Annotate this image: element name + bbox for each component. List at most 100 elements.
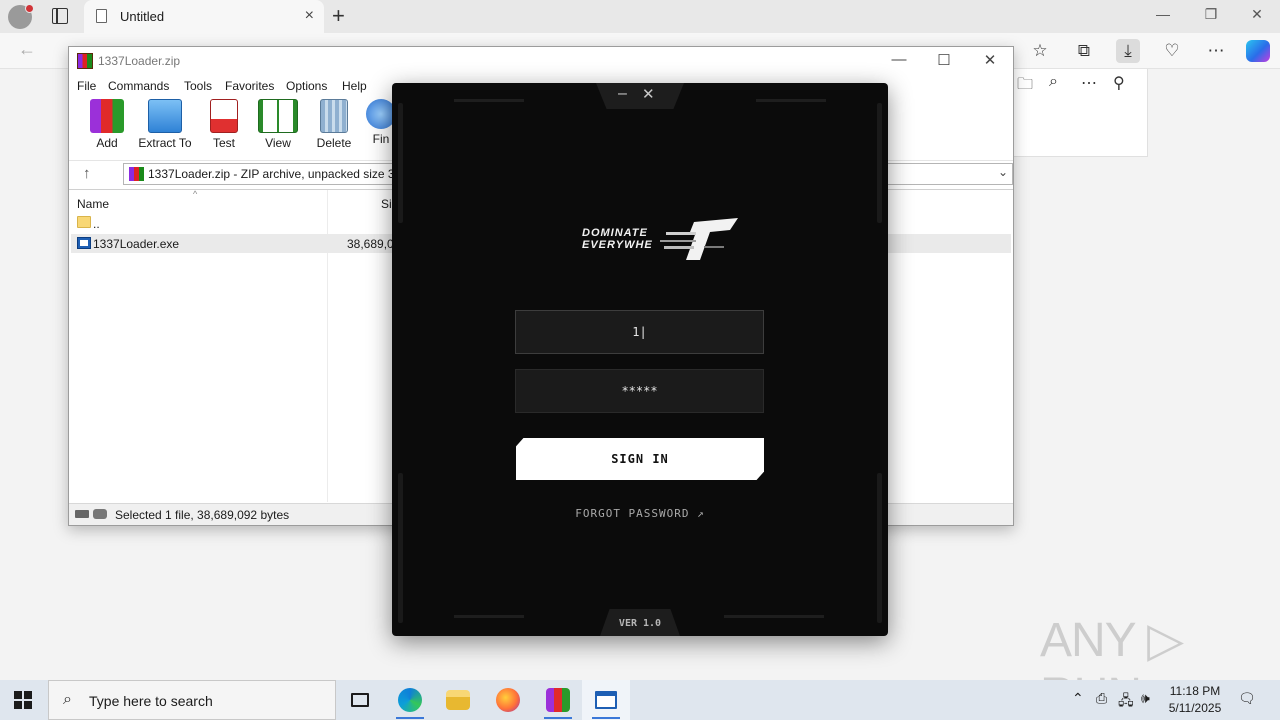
app-window-icon — [595, 691, 617, 709]
password-input[interactable]: ***** — [515, 369, 764, 413]
start-windows-icon[interactable] — [14, 691, 32, 709]
titlebar-notch — [596, 83, 684, 109]
chevron-down-icon[interactable]: ⌄ — [998, 165, 1008, 179]
deco-line — [756, 99, 826, 102]
show-hidden-icons-chevron-up-icon[interactable]: ⌃ — [1072, 690, 1084, 707]
deco-line — [454, 615, 524, 618]
folder-icon — [77, 216, 91, 228]
network-icon[interactable]: 🖧 — [1118, 690, 1134, 714]
logo-line-2: EVERYWHE — [582, 239, 653, 251]
sort-ascending-icon: ^ — [193, 189, 198, 199]
deco-line — [454, 99, 524, 102]
taskbar-clock[interactable]: 11:18 PM 5/11/2025 — [1162, 683, 1228, 717]
archive-path-text: 1337Loader.zip - ZIP archive, unpacked s… — [148, 167, 405, 181]
more-menu-icon[interactable]: ⋯ — [1204, 39, 1228, 63]
file-name: 1337Loader.exe — [93, 237, 180, 251]
collections-icon[interactable]: ⧉ — [1072, 39, 1096, 63]
view-button[interactable]: View — [248, 99, 308, 150]
tab-actions-icon[interactable] — [52, 8, 68, 24]
delete-trash-icon — [320, 99, 348, 133]
browser-restore-button[interactable]: ❐ — [1196, 6, 1226, 23]
open-folder-icon[interactable]: 🗀 — [1017, 73, 1033, 100]
menu-tools[interactable]: Tools — [184, 79, 212, 93]
winrar-minimize-button[interactable]: — — [879, 51, 919, 68]
add-button[interactable]: Add — [77, 99, 137, 150]
new-tab-button[interactable]: + — [332, 3, 345, 29]
logo-line-1: DOMINATE — [582, 227, 648, 239]
system-tray-icon[interactable]: ⎙ — [1096, 690, 1107, 707]
add-archive-icon — [90, 99, 124, 133]
taskbar-search[interactable]: ⌕ Type here to search — [48, 680, 336, 720]
winrar-maximize-button[interactable]: ☐ — [924, 51, 964, 69]
taskbar-firefox[interactable] — [484, 680, 532, 720]
taskbar: ⌕ Type here to search ⌃ ⎙ 🖧 🕪 11:18 PM 5… — [0, 680, 1280, 720]
menu-file[interactable]: File — [77, 79, 96, 93]
menu-help[interactable]: Help — [342, 79, 367, 93]
frame-edge-right-bottom — [877, 473, 882, 623]
deco-line — [724, 615, 824, 618]
frame-edge-left-top — [398, 103, 403, 223]
file-explorer-icon — [446, 690, 470, 710]
pin-icon[interactable]: ⚲ — [1113, 73, 1125, 93]
browser-tab[interactable]: Untitled × — [84, 0, 324, 33]
taskbar-file-explorer[interactable] — [434, 680, 482, 720]
more-options-icon[interactable]: ⋯ — [1081, 73, 1097, 93]
extract-to-button[interactable]: Extract To — [135, 99, 195, 150]
downloads-panel: 🗀 ⌕ ⋯ ⚲ — [1010, 69, 1148, 157]
delete-button[interactable]: Delete — [304, 99, 364, 150]
test-label: Test — [212, 136, 235, 150]
taskbar-winrar[interactable] — [534, 680, 582, 720]
clock-time: 11:18 PM — [1169, 684, 1221, 698]
search-placeholder: Type here to search — [89, 693, 213, 709]
firefox-icon — [496, 688, 520, 712]
zip-archive-icon — [129, 167, 144, 181]
winrar-titlebar: 1337Loader.zip — ☐ ✕ — [69, 47, 1013, 75]
frame-edge-left-bottom — [398, 473, 403, 623]
extract-folder-icon — [148, 99, 182, 133]
test-clipboard-icon — [210, 99, 238, 133]
forgot-password-link[interactable]: FORGOT PASSWORD ↗ — [392, 507, 888, 520]
file-name: .. — [93, 217, 100, 231]
test-button[interactable]: Test — [194, 99, 254, 150]
page-icon — [96, 9, 107, 23]
login-minimize-button[interactable]: – — [618, 85, 627, 103]
downloads-icon[interactable]: ⤓ — [1116, 39, 1140, 63]
dominate-everywhere-logo: DOMINATE EVERYWHE — [582, 227, 653, 251]
column-header-size[interactable]: Si — [381, 197, 392, 211]
browser-tab-strip: Untitled × + — ❐ ✕ — [0, 0, 1280, 33]
task-view-button[interactable] — [336, 680, 384, 720]
winrar-close-button[interactable]: ✕ — [970, 51, 1010, 69]
version-label: VER 1.0 — [600, 609, 680, 636]
profile-avatar[interactable] — [8, 4, 34, 29]
clock-date: 5/11/2025 — [1168, 701, 1222, 715]
volume-icon[interactable]: 🕪 — [1141, 690, 1150, 707]
taskbar-edge[interactable] — [386, 680, 434, 720]
view-label: View — [265, 136, 291, 150]
winrar-logo-icon — [77, 53, 93, 69]
username-input[interactable]: 1| — [515, 310, 764, 354]
copilot-icon[interactable] — [1246, 40, 1270, 62]
executable-icon — [77, 237, 91, 249]
notifications-icon[interactable]: 🗨 — [1238, 690, 1256, 707]
frame-edge-right-top — [877, 103, 882, 223]
menu-favorites[interactable]: Favorites — [225, 79, 274, 93]
task-view-icon — [351, 693, 369, 707]
menu-options[interactable]: Options — [286, 79, 327, 93]
edge-icon — [398, 688, 422, 712]
column-header-name[interactable]: Name — [77, 197, 109, 211]
browser-minimize-button[interactable]: — — [1148, 6, 1178, 22]
search-icon: ⌕ — [63, 691, 72, 708]
favorites-icon[interactable]: ☆ — [1028, 39, 1052, 63]
tab-title: Untitled — [120, 9, 165, 24]
back-arrow-icon[interactable]: ← — [18, 39, 36, 60]
tab-close-icon[interactable]: × — [305, 7, 314, 25]
menu-commands[interactable]: Commands — [108, 79, 169, 93]
browser-close-button[interactable]: ✕ — [1242, 6, 1272, 23]
up-one-level-icon[interactable]: ↑ — [83, 165, 91, 182]
browser-essentials-icon[interactable]: ♡ — [1160, 39, 1184, 63]
login-close-button[interactable]: ✕ — [642, 85, 655, 103]
sign-in-button[interactable]: SIGN IN — [516, 438, 764, 480]
delete-label: Delete — [316, 136, 352, 150]
taskbar-loader-app[interactable] — [582, 680, 630, 720]
search-icon[interactable]: ⌕ — [1049, 73, 1058, 91]
